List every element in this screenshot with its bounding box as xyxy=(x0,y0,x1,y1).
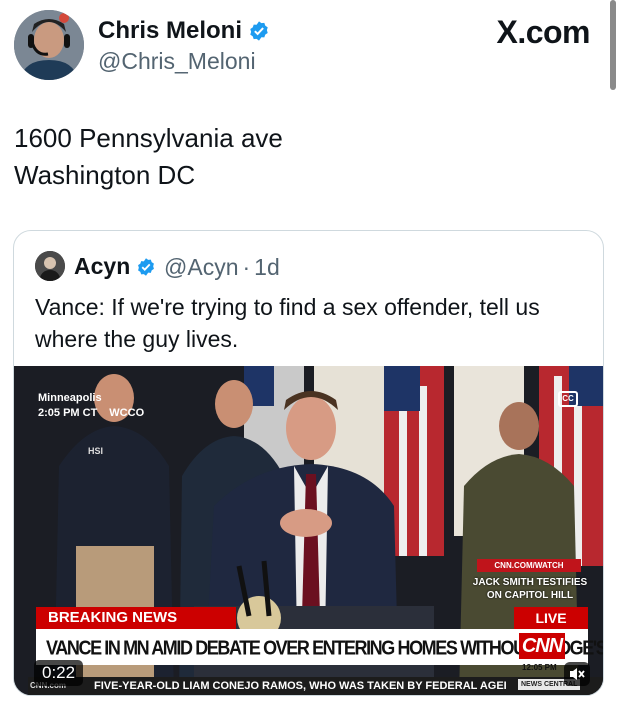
location-overlay: Minneapolis 2:05 PM CT WCCO xyxy=(38,391,144,421)
scrollbar[interactable] xyxy=(610,0,616,90)
cnn-logo: CNN xyxy=(519,633,565,659)
x-logo: X.com xyxy=(496,14,590,50)
ticker-text: FIVE-YEAR-OLD LIAM CONEJO RAMOS, WHO WAS… xyxy=(94,680,507,692)
meta-separator: · xyxy=(242,254,251,280)
breaking-news-label: BREAKING NEWS xyxy=(36,607,236,629)
quote-text: Vance: If we're trying to find a sex off… xyxy=(35,294,540,352)
quote-age[interactable]: 1d xyxy=(254,254,280,281)
quoted-tweet[interactable]: Acyn @Acyn · 1d Vance: If we're trying t… xyxy=(13,230,604,696)
video-player[interactable]: Minneapolis 2:05 PM CT WCCO CC HSI CNN.C… xyxy=(14,366,603,695)
quote-author-meta: @Acyn · 1d xyxy=(164,254,280,281)
live-badge: LIVE xyxy=(514,607,588,629)
author-name-row[interactable]: Chris Meloni xyxy=(98,17,270,45)
side-headline: JACK SMITH TESTIFIES ON CAPITOL HILL xyxy=(472,577,588,601)
author-name[interactable]: Chris Meloni xyxy=(98,17,242,45)
station-label: WCCO xyxy=(109,407,145,419)
verified-badge-icon xyxy=(250,21,268,41)
tweet-header: Chris Meloni @Chris_Meloni X.com xyxy=(0,0,620,90)
quote-author-name[interactable]: Acyn xyxy=(74,253,130,280)
local-time: 2:05 PM CT xyxy=(38,407,98,419)
quote-author-handle[interactable]: @Acyn xyxy=(164,254,238,281)
cnn-watch-label: CNN.COM/WATCH xyxy=(477,559,581,572)
tweet-text-line-2: Washington DC xyxy=(14,160,196,190)
quote-author-name-row[interactable]: Acyn xyxy=(74,253,156,280)
verified-badge-icon xyxy=(138,257,155,276)
video-duration: 0:22 xyxy=(34,660,84,686)
broadcast-clock: 12:05 PM xyxy=(522,663,557,672)
quote-author-avatar[interactable] xyxy=(35,251,65,281)
tweet-text: 1600 Pennsylvania ave Washington DC xyxy=(14,120,283,194)
chyron-headline: VANCE IN MN AMID DEBATE OVER ENTERING HO… xyxy=(46,636,603,659)
speaker-muted-icon[interactable] xyxy=(564,662,590,686)
author-avatar[interactable] xyxy=(14,10,84,80)
author-handle[interactable]: @Chris_Meloni xyxy=(98,48,256,75)
tweet-text-line-1: 1600 Pennsylvania ave xyxy=(14,123,283,153)
closed-captions-icon[interactable]: CC xyxy=(558,391,578,407)
location-label: Minneapolis xyxy=(38,392,102,404)
jacket-label: HSI xyxy=(88,446,104,456)
